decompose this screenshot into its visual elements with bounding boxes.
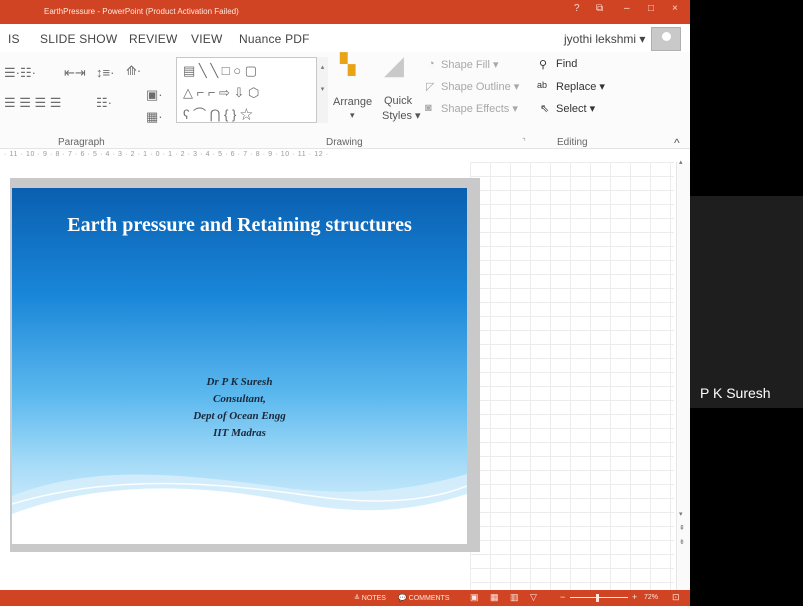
shapes-gallery-scroll[interactable]: ▴ ▾ [316, 57, 328, 123]
shape-outline-button[interactable]: Shape Outline ▾ [441, 80, 519, 93]
shape-effects-icon: ◙ [425, 102, 432, 114]
indent-icon[interactable]: ⇤⇥ [64, 66, 86, 80]
maximize-button[interactable]: □ [648, 3, 654, 14]
shape-fill-icon: ◔ [428, 58, 435, 70]
paragraph-group-label: Paragraph [58, 137, 105, 148]
replace-button[interactable]: Replace ▾ [556, 80, 605, 93]
scroll-down-icon[interactable]: ▾ [679, 510, 683, 518]
arrange-icon: ▚ [340, 54, 356, 76]
replace-icon: ab [537, 80, 548, 90]
shape-row-2-icon[interactable]: △ ⌐ ⌐ ⇨ ⇩ ⬡ [183, 86, 259, 100]
tab-animations[interactable]: IS [8, 32, 20, 46]
drawing-group-label: Drawing [326, 137, 363, 148]
user-account[interactable]: jyothi lekshmi ▾ [564, 32, 645, 46]
author-institute[interactable]: IIT Madras [12, 427, 467, 439]
bullets-icon[interactable]: ☰·☷· [4, 66, 36, 80]
window-title: EarthPressure - PowerPoint (Product Acti… [44, 7, 239, 16]
arrange-dropdown[interactable]: ▾ [350, 110, 355, 121]
slide-canvas[interactable]: Earth pressure and Retaining structures … [12, 188, 467, 544]
fit-slide-icon[interactable]: ⊡ [672, 592, 680, 603]
slide-sorter-icon[interactable]: ▦ [490, 592, 499, 603]
align-text-icon[interactable]: ▣· [146, 88, 163, 102]
shape-row-3-icon[interactable]: ʕ ⌒ ⋂ { } ☆ [183, 108, 253, 122]
alignment-icons[interactable]: ☰ ☰ ☰ ☰ [4, 96, 61, 110]
ribbon-display-button[interactable]: ⧉ [596, 3, 603, 14]
zoom-slider[interactable] [570, 597, 628, 598]
vertical-scrollbar[interactable]: ▴ ▾ ⇞ ⇟ [676, 159, 690, 590]
ribbon-tabs: IS SLIDE SHOW REVIEW VIEW Nuance PDF jyo… [0, 24, 690, 52]
slideshow-icon[interactable]: ▽ [530, 592, 537, 603]
close-button[interactable]: × [672, 3, 678, 14]
author-designation[interactable]: Consultant, [12, 393, 467, 405]
powerpoint-window: EarthPressure - PowerPoint (Product Acti… [0, 0, 690, 606]
tab-review[interactable]: REVIEW [129, 32, 178, 46]
title-bar: EarthPressure - PowerPoint (Product Acti… [0, 0, 690, 24]
comments-button[interactable]: 💬 COMMENTS [398, 594, 450, 602]
grid-background [470, 162, 674, 590]
slide-editor[interactable]: Earth pressure and Retaining structures … [0, 159, 690, 590]
wave-decoration [12, 474, 467, 544]
scroll-up-icon[interactable]: ▴ [679, 158, 683, 166]
author-department[interactable]: Dept of Ocean Engg [12, 410, 467, 422]
editing-group-label: Editing [557, 137, 588, 148]
tab-view[interactable]: VIEW [191, 32, 222, 46]
shape-row-1-icon[interactable]: ▤ ╲ ╲ □ ○ ▢ [183, 64, 257, 78]
minimize-button[interactable]: – [624, 3, 630, 14]
zoom-slider-thumb[interactable] [596, 594, 599, 602]
smartart-icon[interactable]: ▦· [146, 110, 163, 124]
select-button[interactable]: Select ▾ [556, 102, 595, 115]
participant-name: P K Suresh [700, 385, 771, 401]
zoom-in-icon[interactable]: + [632, 592, 637, 602]
columns-icon[interactable]: ☷· [96, 96, 112, 110]
text-direction-icon[interactable]: ⟰· [126, 64, 141, 78]
quick-styles-line-2[interactable]: Styles ▾ [382, 109, 421, 122]
prev-slide-icon[interactable]: ⇞ [679, 524, 685, 532]
help-button[interactable]: ? [574, 3, 580, 14]
tab-slide-show[interactable]: SLIDE SHOW [40, 32, 117, 46]
reading-view-icon[interactable]: ▥ [510, 592, 519, 603]
drawing-dialog-launcher-icon[interactable]: ⌝ [522, 137, 526, 146]
avatar[interactable] [651, 27, 681, 51]
zoom-level[interactable]: 72% [644, 594, 658, 601]
next-slide-icon[interactable]: ⇟ [679, 538, 685, 546]
video-participant-tile: P K Suresh [690, 196, 803, 408]
normal-view-icon[interactable]: ▣ [470, 592, 479, 603]
shapes-gallery[interactable]: ▤ ╲ ╲ □ ○ ▢ △ ⌐ ⌐ ⇨ ⇩ ⬡ ʕ ⌒ ⋂ { } ☆ [176, 57, 328, 123]
binoculars-icon: ⚲ [539, 59, 548, 71]
shape-outline-icon: ◸ [426, 81, 435, 93]
zoom-out-icon[interactable]: − [560, 592, 565, 602]
shape-effects-button[interactable]: Shape Effects ▾ [441, 102, 518, 115]
quick-styles-line-1[interactable]: Quick [384, 95, 412, 107]
slide-title[interactable]: Earth pressure and Retaining structures [12, 214, 467, 237]
tab-nuance-pdf[interactable]: Nuance PDF [239, 32, 310, 46]
ribbon: ☰·☷· ⇤⇥ ↕≡· ⟰· ▣· ☰ ☰ ☰ ☰ ☷· ▦· Paragrap… [0, 50, 690, 150]
horizontal-ruler: · 11 · 10 · 9 · 8 · 7 · 6 · 5 · 4 · 3 · … [0, 148, 690, 162]
find-button[interactable]: Find [556, 58, 577, 70]
shape-fill-button[interactable]: Shape Fill ▾ [441, 58, 499, 71]
arrange-button[interactable]: Arrange [333, 96, 372, 108]
line-spacing-icon[interactable]: ↕≡· [96, 66, 114, 80]
select-cursor-icon: ⇖ [540, 103, 550, 115]
ruler-scale: · 11 · 10 · 9 · 8 · 7 · 6 · 5 · 4 · 3 · … [4, 151, 329, 158]
quick-styles-icon: ◢ [384, 50, 404, 80]
author-name[interactable]: Dr P K Suresh [12, 376, 467, 388]
status-bar: ≜ NOTES 💬 COMMENTS ▣ ▦ ▥ ▽ − + 72% ⊡ [0, 590, 690, 606]
notes-button[interactable]: ≜ NOTES [354, 594, 386, 602]
